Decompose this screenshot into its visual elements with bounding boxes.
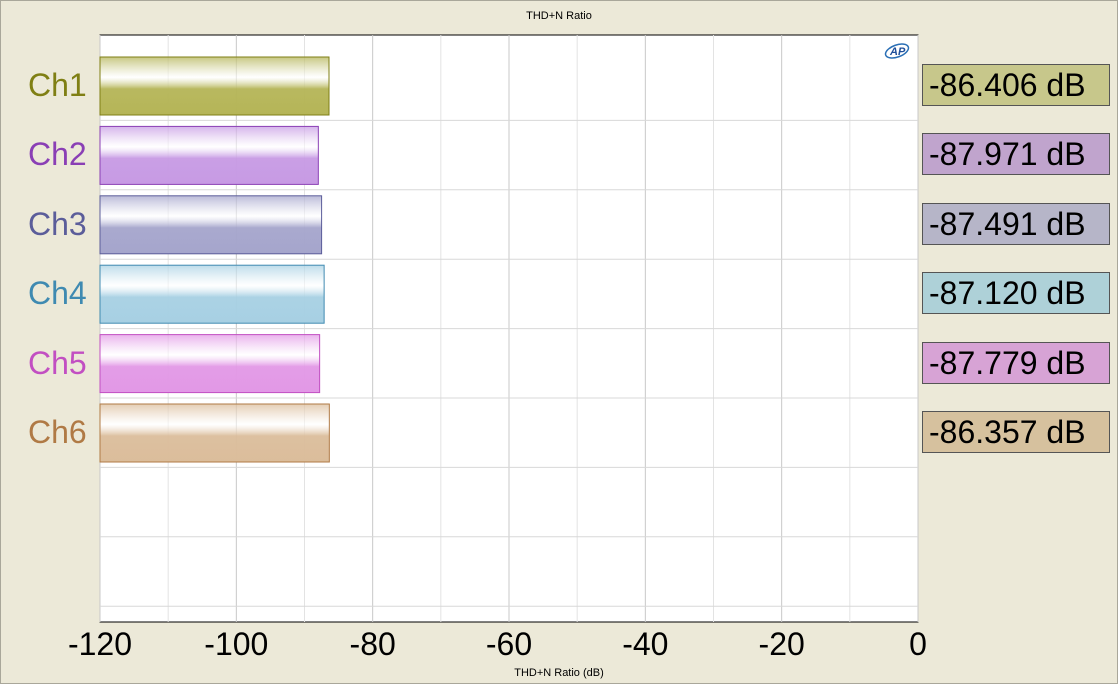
x-tick-label: -120	[67, 626, 133, 662]
x-tick-label: -80	[349, 626, 396, 662]
bar-ch6	[99, 403, 330, 463]
x-tick-label: -100	[204, 626, 269, 662]
bar-ch1	[99, 56, 330, 116]
ap-logo-icon: AP	[884, 43, 910, 59]
channel-label-ch3: Ch3	[28, 205, 87, 242]
value-readout-ch5: -87.779 dB	[922, 341, 1110, 384]
channel-label-ch5: Ch5	[28, 344, 87, 381]
x-tick-label: -20	[758, 626, 805, 662]
value-readout-ch1: -86.406 dB	[922, 64, 1110, 106]
channel-label-ch1: Ch1	[28, 67, 87, 103]
bar-ch4	[99, 264, 325, 324]
x-tick-label: 0	[909, 626, 927, 662]
channel-label-ch6: Ch6	[28, 414, 87, 450]
svg-text:AP: AP	[889, 46, 906, 58]
channel-label-ch2: Ch2	[28, 136, 87, 173]
bar-ch3	[99, 195, 323, 255]
bar-ch2	[99, 125, 319, 185]
bar-ch5	[99, 334, 321, 394]
channel-label-ch4: Ch4	[28, 275, 87, 312]
value-readout-ch4: -87.120 dB	[922, 272, 1110, 315]
x-tick-label: -60	[485, 626, 533, 662]
value-readout-ch2: -87.971 dB	[922, 133, 1110, 176]
x-tick-label: -40	[622, 626, 669, 662]
value-readout-ch3: -87.491 dB	[922, 202, 1110, 245]
value-readout-ch6: -86.357 dB	[922, 411, 1110, 453]
x-axis-title: THD+N Ratio (dB)	[514, 667, 604, 679]
